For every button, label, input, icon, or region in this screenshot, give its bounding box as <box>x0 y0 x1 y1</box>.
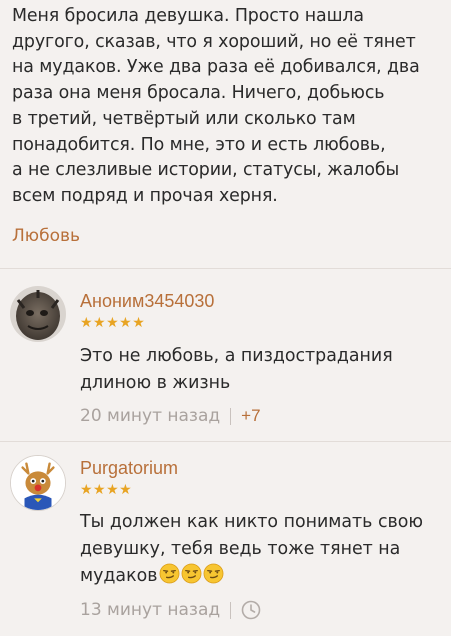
post-text: Меня бросила девушка. Просто нашла друго… <box>12 6 420 206</box>
rating-stars: ★★★★★ <box>80 315 146 331</box>
comment: Аноним3454030 ★★★★★ Это не любовь, а пиз… <box>0 269 451 441</box>
smirking-face-icon <box>159 563 180 584</box>
post-tag-link[interactable]: Любовь <box>12 226 437 246</box>
avatar[interactable] <box>10 455 66 511</box>
post: Меня бросила девушка. Просто нашла друго… <box>0 0 451 268</box>
avatar-image <box>10 286 66 342</box>
rating-stars: ★★★★ <box>80 482 133 498</box>
comment-text: Это не любовь, а пиздострадания длиною в… <box>80 346 393 393</box>
clock-icon[interactable] <box>241 600 261 620</box>
comment-time: 20 минут назад <box>80 406 221 426</box>
smirking-face-icon <box>203 563 224 584</box>
comment-time: 13 минут назад <box>80 600 221 620</box>
avatar[interactable] <box>10 286 66 342</box>
comment-rating[interactable]: +7 <box>241 405 260 427</box>
reindeer-avatar-image <box>11 456 65 510</box>
comment-author[interactable]: Аноним3454030 <box>80 290 439 312</box>
comment-text-content: Ты должен как никто понимать свою девушк… <box>80 512 424 586</box>
smirking-face-icon <box>181 563 202 584</box>
comment-meta: 13 минут назад <box>80 599 439 621</box>
comment: Purgatorium ★★★★ Ты должен как никто пон… <box>0 442 451 621</box>
comment-author[interactable]: Purgatorium <box>80 457 439 479</box>
meta-separator <box>230 601 232 619</box>
comment-meta: 20 минут назад +7 <box>80 405 439 427</box>
meta-separator <box>230 407 232 425</box>
comment-text: Ты должен как никто понимать свою девушк… <box>80 509 439 590</box>
